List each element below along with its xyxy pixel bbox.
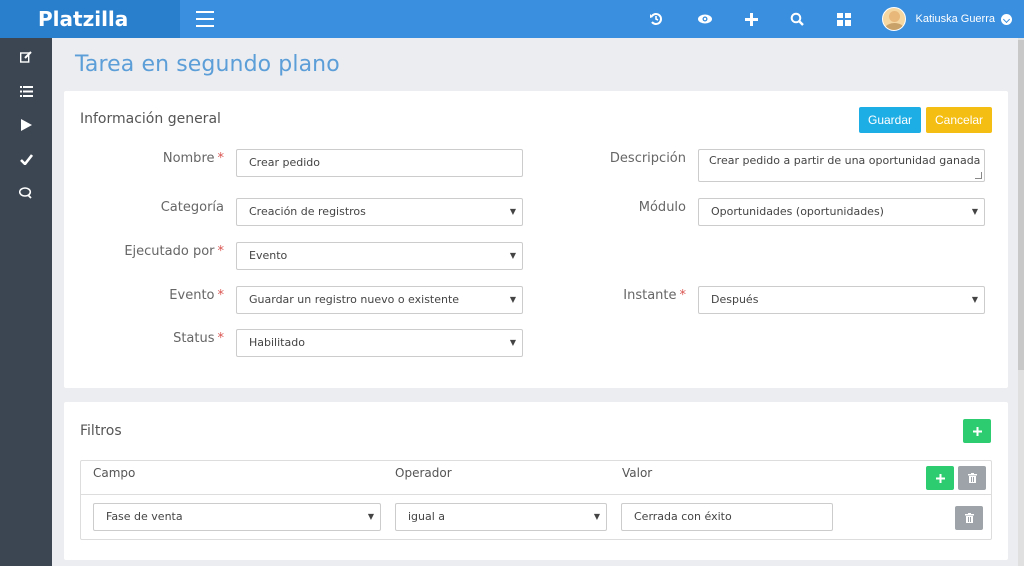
play-icon <box>20 119 32 131</box>
name-label: Nombre * <box>162 151 224 166</box>
sidebar-item-chat[interactable] <box>0 176 52 210</box>
cancel-button[interactable]: Cancelar <box>926 107 993 133</box>
top-bar: Platzilla Katiuska Guerra <box>0 0 1024 38</box>
module-select[interactable]: Oportunidades (oportunidades) <box>698 198 985 226</box>
status-label: Status * <box>173 331 224 346</box>
description-label: Descripción <box>609 151 686 166</box>
instant-select[interactable]: Después <box>698 286 985 314</box>
filter-operator-select[interactable]: igual a <box>395 503 607 531</box>
event-label: Evento * <box>169 288 224 303</box>
general-info-panel: Información general Guardar Cancelar Nom… <box>64 91 1008 388</box>
delete-row-button[interactable] <box>955 506 983 530</box>
filters-table: Campo Operador Valor Fase de venta igual… <box>80 460 992 540</box>
column-header-valor: Valor <box>622 466 653 480</box>
list-icon <box>19 85 33 97</box>
page-scrollbar-thumb[interactable] <box>1018 40 1024 370</box>
executed-by-label: Ejecutado por * <box>124 244 224 259</box>
trash-icon <box>967 473 977 483</box>
general-info-title: Información general <box>80 111 221 127</box>
filters-panel: Filtros Campo Operador Valor Fase de ven… <box>64 402 1008 560</box>
check-icon <box>19 153 33 165</box>
plus-icon[interactable] <box>738 0 764 38</box>
search-icon[interactable] <box>784 0 810 38</box>
chevron-down-icon <box>1001 13 1012 25</box>
status-select[interactable]: Habilitado <box>236 329 523 357</box>
grid-icon[interactable] <box>831 0 857 38</box>
instant-label: Instante * <box>623 288 686 303</box>
filters-table-header: Campo Operador Valor <box>81 461 991 495</box>
sidebar-item-check[interactable] <box>0 142 52 176</box>
module-label: Módulo <box>638 200 686 215</box>
add-row-button[interactable] <box>926 466 954 490</box>
add-filter-button[interactable] <box>963 419 991 443</box>
trash-icon <box>964 513 974 523</box>
filters-title: Filtros <box>80 423 122 439</box>
sidebar-item-play[interactable] <box>0 108 52 142</box>
eye-icon[interactable] <box>692 0 718 38</box>
save-button[interactable]: Guardar <box>859 107 922 133</box>
filter-value-input[interactable]: Cerrada con éxito <box>621 503 833 531</box>
brand-logo[interactable]: Platzilla <box>0 0 180 38</box>
avatar <box>881 7 906 31</box>
resize-grip-icon[interactable] <box>975 172 982 179</box>
category-label: Categoría <box>160 200 224 215</box>
edit-icon <box>20 51 32 63</box>
sidebar-item-edit[interactable] <box>0 40 52 74</box>
plus-icon <box>935 473 945 483</box>
name-field[interactable]: Crear pedido <box>236 149 523 177</box>
delete-all-button[interactable] <box>958 466 986 490</box>
chat-icon <box>19 187 32 199</box>
user-menu[interactable]: Katiuska Guerra <box>881 0 1012 38</box>
category-select[interactable]: Creación de registros <box>236 198 523 226</box>
event-select[interactable]: Guardar un registro nuevo o existente <box>236 286 523 314</box>
description-field[interactable]: Crear pedido a partir de una oportunidad… <box>698 149 985 182</box>
executed-by-select[interactable]: Evento <box>236 242 523 270</box>
plus-icon <box>972 426 982 436</box>
sidebar <box>0 38 52 566</box>
menu-toggle-icon[interactable] <box>196 11 214 27</box>
column-header-campo: Campo <box>93 466 136 480</box>
column-header-operador: Operador <box>395 466 452 480</box>
user-name: Katiuska Guerra <box>915 13 995 25</box>
filter-field-select[interactable]: Fase de venta <box>93 503 381 531</box>
page-title: Tarea en segundo plano <box>75 52 340 77</box>
sidebar-item-list[interactable] <box>0 74 52 108</box>
history-icon[interactable] <box>643 0 669 38</box>
